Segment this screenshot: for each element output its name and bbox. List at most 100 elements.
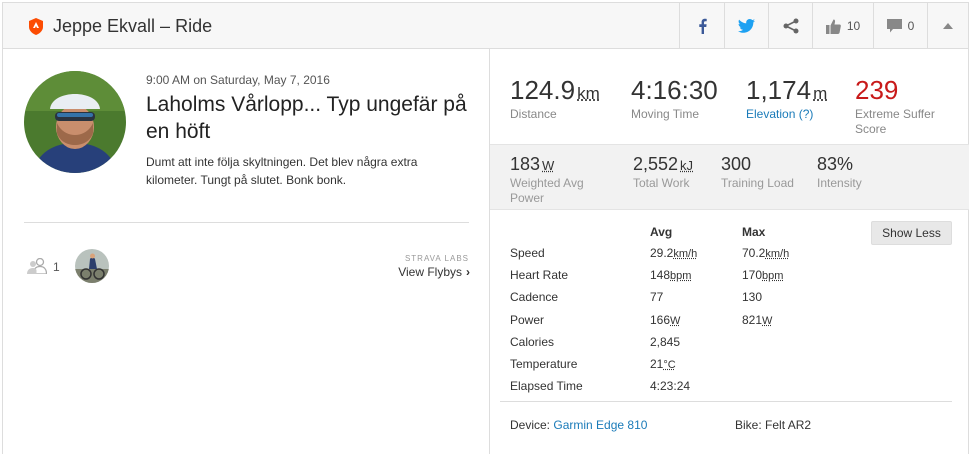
twitter-share-button[interactable] [724, 3, 768, 49]
training-load-label: Training Load [721, 176, 794, 191]
stat-moving-time: 4:16:30 Moving Time [631, 75, 718, 122]
caret-up-icon [943, 23, 953, 29]
stat-row-label: Heart Rate [510, 268, 568, 282]
stat-row-label: Temperature [510, 357, 577, 371]
facebook-share-button[interactable] [679, 3, 724, 49]
thumbs-up-icon [826, 19, 841, 34]
distance-unit: km [577, 84, 600, 103]
stat-row-label: Calories [510, 335, 554, 349]
suffer-score-value: 239 [855, 75, 955, 106]
athlete-avatar[interactable] [24, 71, 126, 173]
device-label: Device: [510, 418, 550, 432]
distance-label: Distance [510, 107, 600, 122]
avg-value: 2,845 [650, 335, 680, 349]
weighted-power-label: Weighted Avg Power [510, 176, 610, 206]
avg-value: 4:23:24 [650, 379, 690, 393]
intensity-value: 83% [817, 154, 862, 175]
group-athlete-count: 1 [53, 260, 60, 274]
collapse-button[interactable] [927, 3, 968, 49]
elevation-help-link[interactable]: Elevation (?) [746, 107, 827, 122]
avg-value: 29.2 [650, 246, 673, 260]
athletes-icon [27, 258, 47, 274]
stat-value: 124.9 km [510, 75, 600, 106]
twitter-icon [738, 19, 755, 33]
max-value: 130 [742, 290, 762, 304]
max-column-header: Max [742, 225, 765, 239]
activity-date: 9:00 AM on Saturday, May 7, 2016 [146, 73, 330, 87]
max-value: 821 [742, 313, 762, 327]
stat-row-max: 130 [742, 290, 762, 304]
moving-time-label: Moving Time [631, 107, 718, 122]
kudos-button[interactable]: 10 [812, 3, 873, 49]
divider [24, 222, 469, 223]
activity-description: Dumt att inte följa skyltningen. Det ble… [146, 153, 446, 189]
comment-count: 0 [908, 19, 915, 33]
kudos-count: 10 [847, 19, 860, 33]
stat-value: 1,174 m [746, 75, 827, 106]
stat-row-avg: 21°C [650, 357, 676, 371]
device-info: Device: Garmin Edge 810 [510, 418, 647, 432]
divider [500, 401, 952, 402]
stat-row-label: Elapsed Time [510, 379, 583, 393]
activity-card: Jeppe Ekvall – Ride 10 0 9:00 AM on Satu… [2, 2, 969, 454]
bike-label: Bike: [735, 418, 762, 432]
device-link[interactable]: Garmin Edge 810 [553, 418, 647, 432]
comment-icon [887, 19, 902, 33]
avg-value: 166 [650, 313, 670, 327]
stat-intensity: 83% Intensity [817, 154, 862, 191]
stat-row-avg: 166W [650, 313, 680, 327]
total-work-unit: kJ [680, 158, 693, 173]
max-value: 170 [742, 268, 762, 282]
max-value: 70.2 [742, 246, 765, 260]
stat-value: 2,552 kJ [633, 154, 693, 175]
stat-weighted-power: 183 W Weighted Avg Power [510, 154, 610, 206]
bike-name: Felt AR2 [765, 418, 811, 432]
stat-row-avg: 77 [650, 290, 663, 304]
secondary-stats: 183 W Weighted Avg Power 2,552 kJ Total Wo… [490, 144, 969, 210]
stat-distance: 124.9 km Distance [510, 75, 600, 122]
chevron-right-icon: › [466, 265, 470, 279]
weighted-power-value: 183 [510, 154, 540, 174]
facebook-icon [698, 18, 707, 34]
total-work-label: Total Work [633, 176, 693, 191]
max-unit: W [762, 315, 772, 327]
stat-row-max: 170bpm [742, 268, 783, 282]
stat-row-max: 70.2km/h [742, 246, 789, 260]
activity-title: Laholms Vårlopp... Typ ungefär på en höf… [146, 91, 476, 145]
comment-button[interactable]: 0 [873, 3, 927, 49]
stat-row-avg: 2,845 [650, 335, 680, 349]
intensity-label: Intensity [817, 176, 862, 191]
stat-training-load: 300 Training Load [721, 154, 794, 191]
avg-unit: bpm [670, 270, 691, 282]
view-flybys-label: View Flybys [398, 265, 462, 279]
stat-suffer-score[interactable]: 239 Extreme Suffer Score [855, 75, 955, 137]
avg-column-header: Avg [650, 225, 672, 239]
total-work-value: 2,552 [633, 154, 678, 174]
show-less-button[interactable]: Show Less [871, 221, 952, 245]
elevation-unit: m [813, 84, 827, 103]
stat-total-work: 2,552 kJ Total Work [633, 154, 693, 191]
stat-row-max: 821W [742, 313, 772, 327]
max-unit: km/h [765, 248, 789, 260]
stat-elevation: 1,174 m Elevation (?) [746, 75, 827, 122]
max-unit: bpm [762, 270, 783, 282]
view-flybys-link[interactable]: View Flybys › [343, 265, 470, 279]
strava-labs-label: STRAVA LABS [383, 254, 469, 263]
shield-icon [29, 18, 43, 35]
avg-value: 21 [650, 357, 663, 371]
stat-value: 183 W [510, 154, 610, 175]
avg-unit: W [670, 315, 680, 327]
stat-row-avg: 4:23:24 [650, 379, 690, 393]
stat-row-label: Cadence [510, 290, 558, 304]
athlete-photo [24, 71, 126, 173]
elevation-value: 1,174 [746, 75, 811, 105]
stat-row-avg: 29.2km/h [650, 246, 697, 260]
avg-unit: km/h [673, 248, 697, 260]
group-athlete-avatar[interactable] [75, 249, 109, 283]
athlete-photo [75, 249, 109, 283]
activity-header: Jeppe Ekvall – Ride 10 0 [3, 3, 968, 49]
stat-row-label: Speed [510, 246, 545, 260]
share-button[interactable] [768, 3, 812, 49]
suffer-score-label: Extreme Suffer Score [855, 107, 955, 137]
distance-value: 124.9 [510, 75, 575, 105]
